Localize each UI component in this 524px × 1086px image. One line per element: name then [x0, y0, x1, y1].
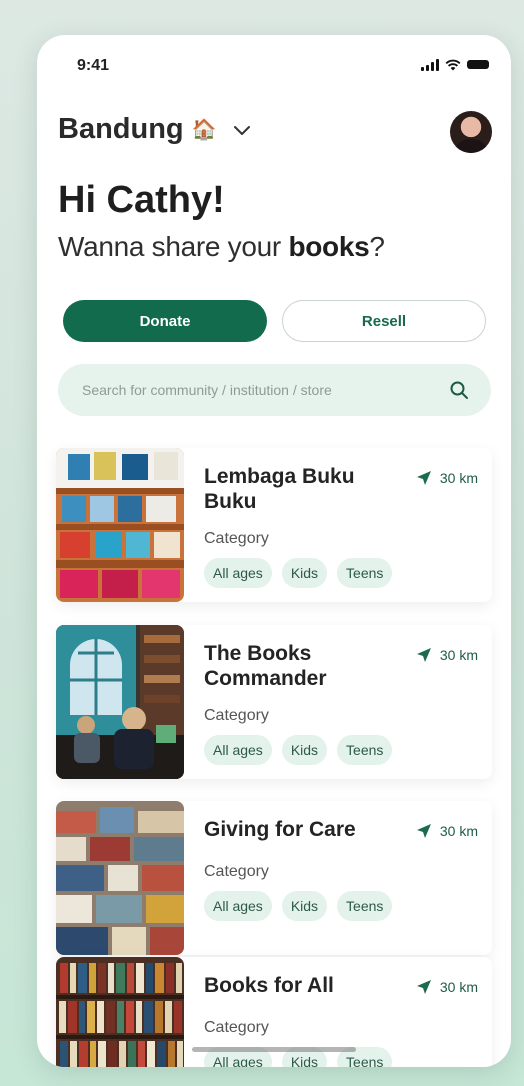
place-photo: [56, 957, 184, 1067]
tag-chip[interactable]: Kids: [281, 558, 328, 588]
status-time: 9:41: [77, 57, 110, 74]
distance-value: 30 km: [439, 470, 478, 486]
donate-button[interactable]: Donate: [63, 300, 267, 342]
category-label: Category: [204, 707, 269, 724]
search-bar[interactable]: [58, 364, 491, 416]
bookstore-shelves-image: [56, 448, 184, 602]
category-tags: All ages Kids Teens: [204, 735, 393, 765]
battery-icon: [467, 60, 489, 69]
distance-value: 30 km: [439, 979, 478, 995]
place-title: Giving for Care: [204, 818, 356, 841]
subtitle-prefix: Wanna share your: [58, 231, 289, 262]
category-label: Category: [204, 1019, 269, 1036]
distance: 30 km: [416, 470, 478, 486]
place-card[interactable]: Lembaga Buku Buku 30 km Category All age…: [56, 448, 492, 602]
place-photo: [56, 801, 184, 955]
tag-chip[interactable]: Teens: [337, 891, 393, 921]
wifi-icon: [445, 59, 461, 71]
distance: 30 km: [416, 647, 478, 663]
tag-chip[interactable]: Kids: [281, 735, 328, 765]
subtitle-suffix: ?: [369, 231, 385, 262]
status-bar: 9:41: [37, 35, 511, 95]
resell-button[interactable]: Resell: [282, 300, 486, 342]
tag-chip[interactable]: Kids: [281, 891, 328, 921]
category-tags: All ages Kids Teens: [204, 558, 393, 588]
place-title: Books for All: [204, 974, 334, 997]
tag-chip[interactable]: Teens: [337, 558, 393, 588]
phone-screen: 9:41 Bandung 🏠 Hi Cathy! Wanna share you…: [37, 35, 511, 1067]
place-card[interactable]: Giving for Care 30 km Category All ages …: [56, 801, 492, 955]
bookshelf-wall-image: [56, 957, 184, 1067]
place-title: The Books Commander: [204, 642, 327, 690]
category-label: Category: [204, 863, 269, 880]
place-photo: [56, 625, 184, 779]
home-indicator[interactable]: [192, 1047, 356, 1052]
category-tags: All ages Kids Teens: [204, 891, 393, 921]
distance-value: 30 km: [439, 823, 478, 839]
greeting-title: Hi Cathy!: [58, 179, 225, 221]
distance: 30 km: [416, 979, 478, 995]
avatar[interactable]: [450, 111, 492, 153]
navigation-arrow-icon: [416, 471, 431, 485]
navigation-arrow-icon: [416, 648, 431, 662]
chevron-down-icon[interactable]: [231, 119, 253, 141]
book-pile-image: [56, 801, 184, 955]
place-card[interactable]: The Books Commander 30 km Category All a…: [56, 625, 492, 779]
location-selector[interactable]: Bandung 🏠: [58, 113, 253, 146]
distance: 30 km: [416, 823, 478, 839]
tag-chip[interactable]: All ages: [204, 735, 272, 765]
house-emoji: 🏠: [191, 118, 217, 141]
location-name: Bandung: [58, 113, 184, 145]
navigation-arrow-icon: [416, 824, 431, 838]
status-icons: [421, 59, 489, 71]
tag-chip[interactable]: All ages: [204, 891, 272, 921]
place-title: Lembaga Buku Buku: [204, 465, 355, 513]
tag-chip[interactable]: All ages: [204, 558, 272, 588]
search-icon[interactable]: [449, 380, 469, 400]
cellular-signal-icon: [421, 59, 439, 71]
place-photo: [56, 448, 184, 602]
navigation-arrow-icon: [416, 980, 431, 994]
subtitle-highlight: books: [288, 231, 370, 262]
search-input[interactable]: [80, 381, 449, 399]
category-label: Category: [204, 530, 269, 547]
distance-value: 30 km: [439, 647, 478, 663]
tag-chip[interactable]: Teens: [337, 735, 393, 765]
library-interior-image: [56, 625, 184, 779]
greeting-subtitle: Wanna share your books?: [58, 231, 385, 263]
